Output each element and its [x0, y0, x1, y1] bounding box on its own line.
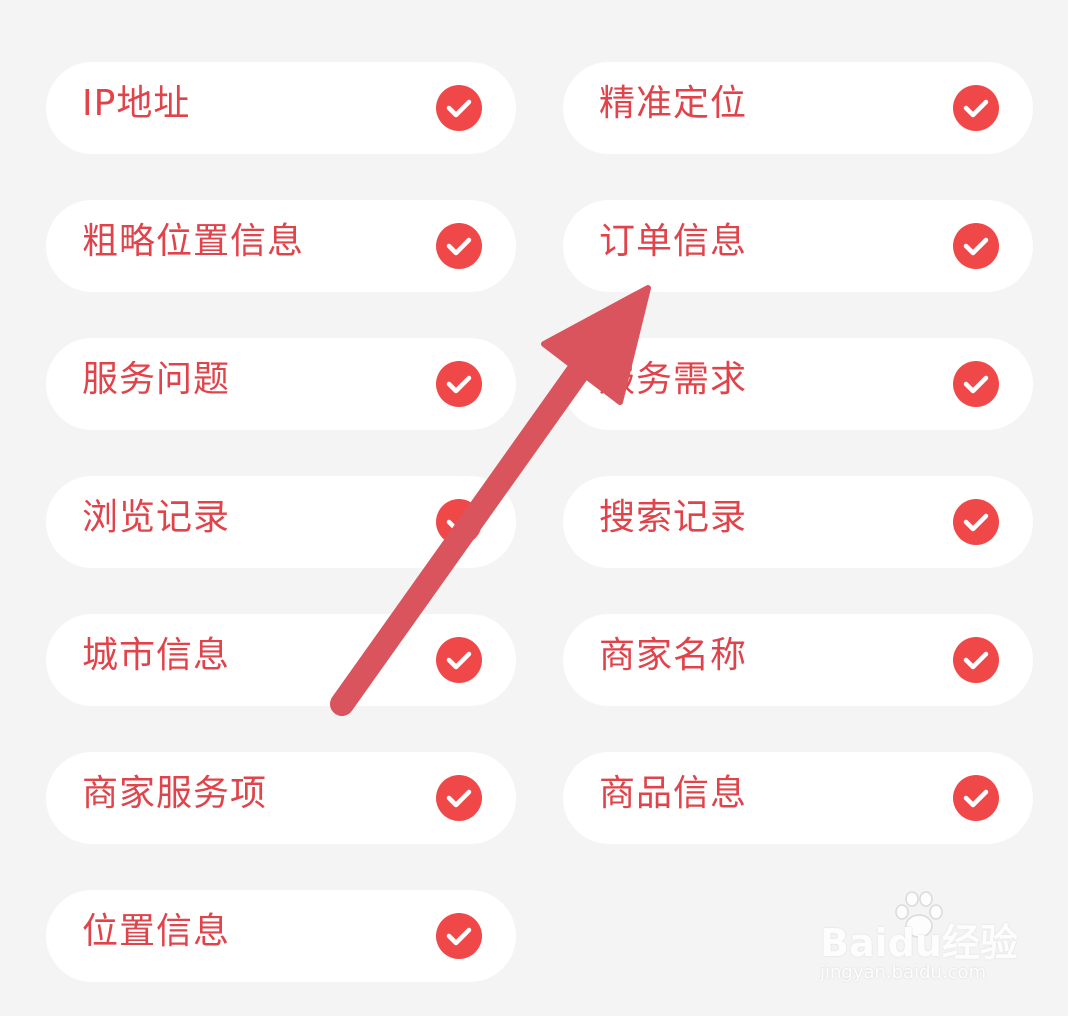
item-chip-order-info[interactable]: 订单信息 [563, 200, 1033, 292]
item-label: 粗略位置信息 [82, 221, 305, 262]
check-icon[interactable] [953, 637, 999, 683]
check-icon[interactable] [436, 913, 482, 959]
item-label: 服务问题 [82, 359, 231, 400]
item-chip-merchant-service[interactable]: 商家服务项 [46, 752, 516, 844]
item-chip-city-info[interactable]: 城市信息 [46, 614, 516, 706]
check-icon[interactable] [436, 85, 482, 131]
watermark-url: jingyan.baidu.com [820, 962, 987, 983]
item-chip-search-history[interactable]: 搜索记录 [563, 476, 1033, 568]
check-icon[interactable] [436, 499, 482, 545]
item-label: IP地址 [82, 83, 191, 124]
item-chip-service-demand[interactable]: 服务需求 [563, 338, 1033, 430]
item-chip-ip-address[interactable]: IP地址 [46, 62, 516, 154]
baidu-watermark: Baidu经验 jingyan.baidu.com [820, 890, 1018, 990]
check-icon[interactable] [953, 85, 999, 131]
item-chip-merchant-name[interactable]: 商家名称 [563, 614, 1033, 706]
check-icon[interactable] [953, 775, 999, 821]
check-icon[interactable] [953, 223, 999, 269]
check-icon[interactable] [436, 223, 482, 269]
item-label: 浏览记录 [82, 497, 231, 538]
item-label: 精准定位 [599, 83, 748, 124]
item-label: 搜索记录 [599, 497, 748, 538]
check-icon[interactable] [436, 361, 482, 407]
item-label: 位置信息 [82, 911, 231, 952]
item-chip-precise-location[interactable]: 精准定位 [563, 62, 1033, 154]
check-icon[interactable] [436, 775, 482, 821]
check-icon[interactable] [436, 637, 482, 683]
watermark-logo: Baidu经验 [820, 921, 1018, 965]
item-label: 商品信息 [599, 773, 748, 814]
item-label: 服务需求 [599, 359, 748, 400]
item-chip-browse-history[interactable]: 浏览记录 [46, 476, 516, 568]
item-label: 商家名称 [599, 635, 748, 676]
item-label: 商家服务项 [82, 773, 268, 814]
item-label: 城市信息 [82, 635, 231, 676]
item-label: 订单信息 [599, 221, 748, 262]
check-icon[interactable] [953, 499, 999, 545]
item-chip-product-info[interactable]: 商品信息 [563, 752, 1033, 844]
item-chip-service-issue[interactable]: 服务问题 [46, 338, 516, 430]
check-icon[interactable] [953, 361, 999, 407]
item-chip-location-info[interactable]: 位置信息 [46, 890, 516, 982]
item-chip-rough-location[interactable]: 粗略位置信息 [46, 200, 516, 292]
